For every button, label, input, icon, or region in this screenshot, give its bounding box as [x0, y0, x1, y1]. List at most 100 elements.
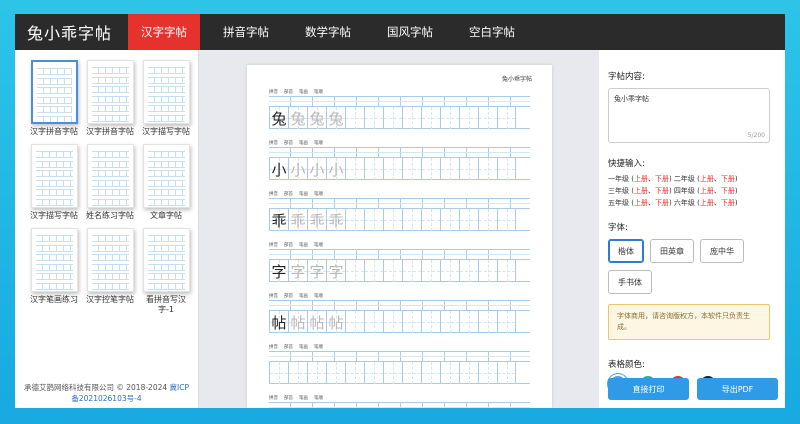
quick-link[interactable]: 上册	[634, 199, 648, 207]
font-option-button[interactable]: 田英章	[650, 239, 694, 263]
practice-row: 拼音 部首 笔画 笔顺小小小小	[269, 140, 530, 180]
tian-grid-cell	[440, 260, 459, 282]
font-option-button[interactable]: 手书体	[608, 270, 652, 294]
model-character: 帖	[271, 313, 287, 332]
row-label: 部首	[284, 396, 293, 401]
print-button[interactable]: 直接打印	[608, 378, 689, 400]
trace-character: 字	[290, 262, 306, 281]
template-thumbnail[interactable]	[86, 228, 134, 292]
quick-link[interactable]: 上册	[700, 199, 714, 207]
thumbnail-grid-line	[147, 160, 185, 168]
tian-grid-cell: 小	[326, 158, 345, 180]
template-card[interactable]: 姓名练习字帖	[83, 144, 137, 221]
template-thumbnail[interactable]	[86, 60, 134, 124]
quick-link[interactable]: 下册	[655, 187, 669, 195]
top-nav: 兔小乖字帖 汉字字帖 拼音字帖 数学字帖 国风字帖 空白字帖	[15, 14, 785, 50]
thumbnail-grid-line	[91, 282, 129, 290]
quick-link[interactable]: 下册	[655, 175, 669, 183]
quick-link[interactable]: 下册	[655, 199, 669, 207]
preview-area: 兔小乖字帖 拼音 部首 笔画 笔顺兔兔兔兔拼音 部首 笔画 笔顺小小小小拼音 部首 笔画 笔顺乖乖…	[199, 50, 599, 408]
tab-4[interactable]: 空白字帖	[456, 14, 528, 50]
quick-link[interactable]: 上册	[700, 175, 714, 183]
tian-grid-cell	[383, 362, 402, 384]
thumbnail-grid-line	[147, 151, 185, 158]
thumbnail-grid-line	[147, 273, 185, 280]
trace-character: 兔	[290, 109, 306, 128]
trace-character: 乖	[309, 211, 325, 230]
template-card[interactable]: 汉字描写字帖	[27, 144, 81, 221]
practice-row: 拼音 部首 笔画 笔顺	[269, 395, 530, 408]
main-area: 汉字拼音字帖 汉字拼音字帖 汉字描写字帖 汉字描写字帖 姓名练习字帖 文章字帖 汉字笔画练习…	[15, 50, 785, 408]
quick-link[interactable]: 上册	[700, 187, 714, 195]
template-card[interactable]: 汉字拼音字帖	[27, 60, 81, 137]
tian-grid-cell	[478, 107, 497, 129]
content-label: 字帖内容:	[608, 72, 645, 82]
quick-link[interactable]: 下册	[721, 187, 735, 195]
font-option-button[interactable]: 楷体	[608, 239, 644, 263]
tian-grid-cell	[421, 311, 440, 333]
template-thumbnail[interactable]	[86, 144, 134, 208]
tian-grid-cell	[402, 260, 421, 282]
tab-1[interactable]: 拼音字帖	[210, 14, 282, 50]
thumbnail-grid-line	[147, 170, 185, 177]
template-thumbnail[interactable]	[30, 144, 78, 208]
tian-grid-cells	[269, 362, 530, 384]
tian-grid-cell	[459, 260, 478, 282]
trace-character: 小	[290, 160, 306, 179]
practice-row: 拼音 部首 笔画 笔顺帖帖帖帖	[269, 293, 530, 333]
tian-grid-cell: 字	[326, 260, 345, 282]
template-card[interactable]: 汉字笔画练习	[27, 228, 81, 315]
thumbnail-grid-line	[91, 263, 129, 271]
tab-0[interactable]: 汉字字帖	[128, 14, 200, 50]
template-card[interactable]: 文章字帖	[139, 144, 193, 221]
thumbnail-grid-line	[36, 77, 72, 85]
template-card[interactable]: 汉字控笔字帖	[83, 228, 137, 315]
tian-grid-cell: 兔	[307, 107, 326, 129]
practice-row: 拼音 部首 笔画 笔顺兔兔兔兔	[269, 89, 530, 129]
template-thumbnail[interactable]	[30, 228, 78, 292]
site-footer: 承德艾鹊网络科技有限公司 © 2018-2024 冀ICP备2021026103…	[15, 382, 198, 408]
template-card[interactable]: 看拼音写汉字-1	[139, 228, 193, 315]
font-option-button[interactable]: 庞中华	[700, 239, 744, 263]
quick-link[interactable]: 上册	[634, 187, 648, 195]
thumbnail-grid-line	[35, 189, 73, 196]
char-count: 5/200	[747, 132, 765, 139]
thumbnail-grid-line	[36, 115, 72, 122]
tian-grid-cell	[345, 107, 364, 129]
thumbnail-grid-line	[147, 95, 185, 103]
thumbnail-grid-line	[147, 244, 185, 252]
brand-logo[interactable]: 兔小乖字帖	[15, 20, 128, 44]
thumbnail-grid-line	[36, 106, 72, 113]
row-label: 笔顺	[314, 243, 323, 248]
quick-link[interactable]: 下册	[721, 199, 735, 207]
tian-grid-cell: 乖	[307, 209, 326, 231]
template-card[interactable]: 汉字拼音字帖	[83, 60, 137, 137]
thumbnail-grid-line	[91, 95, 129, 103]
app-window: 兔小乖字帖 汉字字帖 拼音字帖 数学字帖 国风字帖 空白字帖 汉字拼音字帖 汉字拼音字帖汉…	[15, 14, 785, 408]
tian-grid-cell	[402, 362, 421, 384]
tian-grid-cell	[421, 260, 440, 282]
template-label: 汉字控笔字帖	[86, 295, 134, 304]
quick-text: ) 二年级 (	[668, 175, 700, 183]
paper-title: 兔小乖字帖	[501, 76, 532, 83]
quick-link[interactable]: 上册	[634, 175, 648, 183]
quick-link[interactable]: 下册	[721, 175, 735, 183]
template-label: 汉字拼音字帖	[86, 127, 134, 136]
tab-3[interactable]: 国风字帖	[374, 14, 446, 50]
thumbnail-grid-line	[91, 179, 129, 187]
quick-text: 五年级	[608, 199, 629, 207]
template-thumbnail[interactable]	[142, 228, 190, 292]
tab-2[interactable]: 数学字帖	[292, 14, 364, 50]
tian-grid-cell: 乖	[326, 209, 345, 231]
template-card[interactable]: 汉字描写字帖	[139, 60, 193, 137]
quick-text: ) 六年级 (	[668, 199, 700, 207]
template-thumbnail[interactable]	[142, 60, 190, 124]
row-labels: 拼音 部首 笔画 笔顺	[269, 140, 530, 147]
template-thumbnail[interactable]	[142, 144, 190, 208]
thumbnail-grid-line	[147, 235, 185, 242]
template-thumbnail[interactable]	[30, 60, 78, 124]
export-pdf-button[interactable]: 导出PDF	[697, 378, 778, 400]
tian-grid-cells: 帖帖帖帖	[269, 311, 530, 333]
tian-grid-cells: 兔兔兔兔	[269, 107, 530, 129]
content-textarea[interactable]: 兔小乖字帖 5/200	[608, 88, 770, 143]
